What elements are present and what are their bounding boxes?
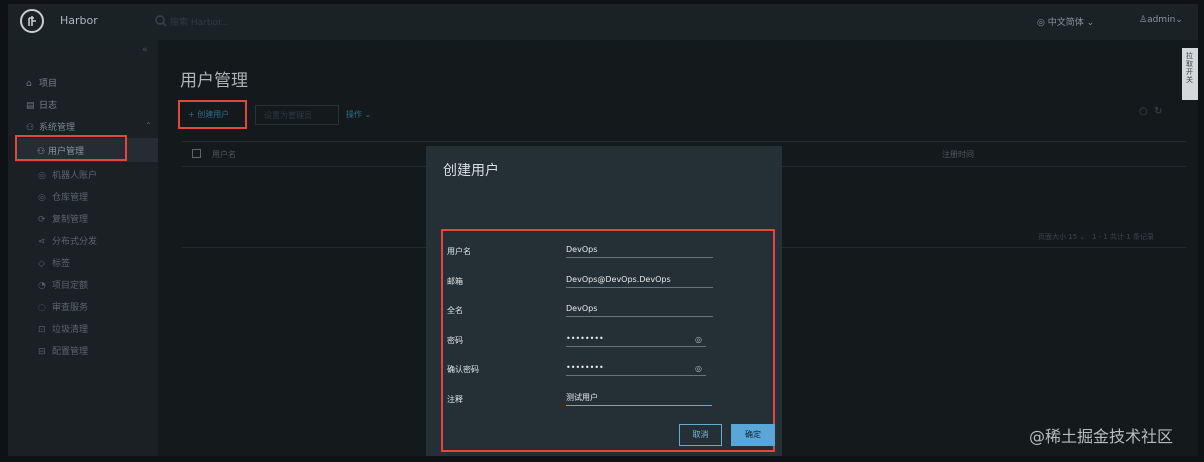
page-size-select[interactable]: 15 ⌄: [1068, 233, 1085, 241]
cancel-button[interactable]: 取消: [679, 424, 722, 446]
create-user-dialog: 创建用户 用户名 DevOps 邮箱 DevOps@DevOps.DevOps …: [426, 146, 782, 456]
user-menu[interactable]: ♙admin⌄: [1139, 15, 1183, 25]
table-tools: ○ ↻: [1139, 106, 1162, 117]
harbor-logo-icon[interactable]: [20, 9, 44, 33]
select-all-checkbox[interactable]: [192, 149, 201, 158]
sidebar-item-configuration[interactable]: ⊟ 配置管理: [38, 344, 88, 357]
user-icon: ♙: [1139, 15, 1148, 25]
chevron-down-icon: ⌄: [1175, 15, 1183, 25]
refresh-icon[interactable]: ↻: [1154, 106, 1162, 117]
chevron-up-icon[interactable]: ⌃: [145, 121, 152, 130]
sidebar-item-robot-accounts[interactable]: ◎ 机器人账户: [38, 168, 97, 181]
highlight-box: [178, 100, 247, 129]
username-label: 用户名: [447, 247, 471, 256]
sidebar-item-labels[interactable]: ◇ 标签: [38, 256, 70, 269]
comment-field[interactable]: 测试用户: [566, 391, 712, 406]
app-frame: Harbor 搜索 Harbor... ◎ 中文简体 ⌄ ♙admin⌄ « ⌂…: [8, 4, 1198, 456]
set-as-admin-button[interactable]: 设置为管理员: [255, 105, 339, 125]
search-icon[interactable]: ○: [1139, 106, 1148, 117]
project-quota-icon: ◔: [38, 281, 46, 291]
comment-label: 注释: [447, 395, 463, 404]
config-icon: ⊟: [38, 347, 46, 357]
registry-icon: ◎: [38, 193, 46, 203]
app-name[interactable]: Harbor: [60, 14, 98, 27]
fullname-label: 全名: [447, 306, 463, 315]
sidebar-item-garbage-collection[interactable]: ⊡ 垃圾清理: [38, 322, 88, 335]
security-icon: ◌: [38, 303, 46, 313]
dialog-title: 创建用户: [443, 163, 499, 179]
action-dropdown[interactable]: 操作 ⌄: [346, 105, 371, 125]
sidebar-item-projects[interactable]: ⌂ 项目: [26, 76, 57, 89]
project-icon: ⌂: [26, 79, 32, 89]
email-label: 邮箱: [447, 277, 463, 286]
admin-icon: ⚇: [26, 123, 35, 133]
highlight-box: [15, 135, 127, 161]
password-label: 密码: [447, 336, 463, 345]
log-icon: ▤: [26, 101, 35, 111]
sidebar-item-distributions[interactable]: ⋖ 分布式分发: [38, 234, 97, 247]
confirm-password-label: 确认密码: [447, 365, 479, 374]
sidebar-item-replications[interactable]: ⟳ 复制管理: [38, 212, 88, 225]
distribution-icon: ⋖: [38, 237, 46, 247]
search-icon[interactable]: [154, 13, 170, 29]
collapse-sidebar-icon[interactable]: «: [142, 45, 148, 55]
chevron-down-icon: ⌄: [1083, 18, 1095, 28]
sidebar-item-interrogation-services[interactable]: ◌ 审查服务: [38, 300, 88, 313]
replication-icon: ⟳: [38, 215, 46, 225]
pagination: 页面大小 15 ⌄ 1 - 1 共计 1 条记录: [1038, 233, 1154, 241]
sidebar-item-registries[interactable]: ◎ 仓库管理: [38, 190, 88, 203]
gc-icon: ⊡: [38, 325, 46, 335]
password-field[interactable]: •••••••• ◎: [566, 332, 706, 347]
side-drawer-tab[interactable]: 拉取开关: [1182, 48, 1198, 100]
sidebar-item-logs[interactable]: ▤ 日志: [26, 98, 57, 111]
username-field[interactable]: DevOps: [566, 243, 713, 258]
confirm-password-field[interactable]: •••••••• ◎: [566, 361, 706, 376]
label-icon: ◇: [38, 259, 45, 269]
email-field[interactable]: DevOps@DevOps.DevOps: [566, 273, 713, 288]
sidebar-item-admin[interactable]: ⚇ 系统管理: [26, 120, 75, 133]
sidebar: « ⌂ 项目 ▤ 日志 ⚇ 系统管理 ⌃ ⚇ 用户管理 ◎ 机器人账户 ◎ 仓库管理 ⟳ 复…: [8, 40, 158, 456]
page-title: 用户管理: [180, 71, 248, 91]
globe-icon: ◎: [1037, 18, 1048, 28]
watermark: @稀土掘金技术社区: [1029, 427, 1174, 446]
confirm-button[interactable]: 确定: [731, 424, 775, 446]
fullname-field[interactable]: DevOps: [566, 302, 713, 317]
column-username[interactable]: 用户名: [212, 149, 236, 160]
column-registration-time[interactable]: 注册时间: [942, 149, 974, 160]
show-password-icon[interactable]: ◎: [695, 362, 702, 376]
sidebar-item-project-quotas[interactable]: ◔ 项目定额: [38, 278, 88, 291]
chevron-down-icon: ⌄: [362, 110, 372, 119]
show-password-icon[interactable]: ◎: [695, 333, 702, 347]
search-input[interactable]: 搜索 Harbor...: [170, 15, 230, 28]
language-selector[interactable]: ◎ 中文简体 ⌄: [1037, 15, 1094, 28]
top-header: Harbor 搜索 Harbor... ◎ 中文简体 ⌄ ♙admin⌄: [8, 4, 1198, 40]
robot-icon: ◎: [38, 171, 46, 181]
